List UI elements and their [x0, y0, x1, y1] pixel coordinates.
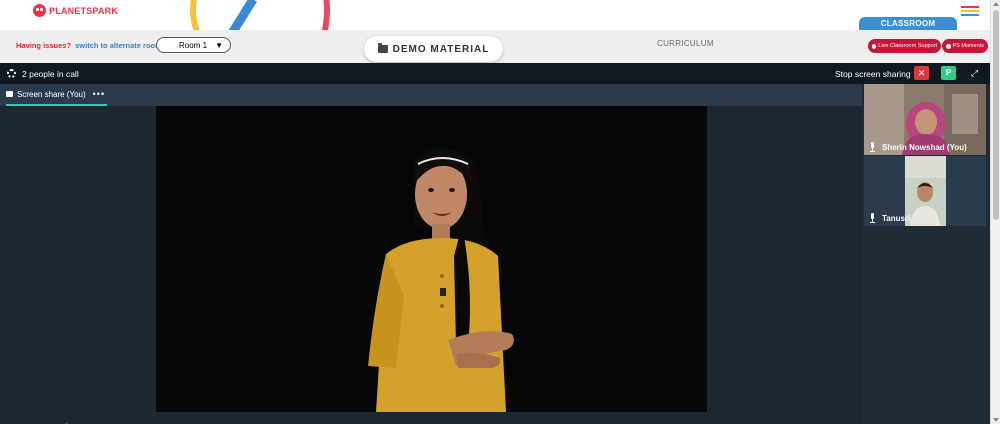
- bottom-toolbar: ▬ ▮ ● ● ■: [0, 413, 990, 424]
- participant-tile[interactable]: Sherin Nowshad (You): [864, 84, 986, 155]
- logo-mark-icon: [33, 4, 46, 17]
- tab-screen-share[interactable]: Screen share (You) •••: [6, 84, 108, 106]
- screen-share-stage: [0, 106, 862, 424]
- issues-message: Having issues? switch to alternate room: [16, 41, 162, 50]
- participant-name: Tanusri: [882, 214, 911, 223]
- ps-moments-button[interactable]: PS Moments: [942, 39, 988, 53]
- speaker-girl-image: [156, 106, 707, 412]
- shared-screen-video: [156, 106, 707, 412]
- page-scrollbar[interactable]: [990, 0, 1000, 424]
- stop-sharing-button[interactable]: ✕: [914, 66, 929, 80]
- planetspark-logo[interactable]: PLANETSPARK: [33, 4, 118, 17]
- scroll-down-icon[interactable]: [993, 418, 999, 422]
- participant-name: Sherin Nowshad (You): [882, 143, 967, 152]
- top-header: PLANETSPARK CLASSROOM: [0, 0, 990, 30]
- participant-tile[interactable]: Tanusri: [864, 156, 986, 226]
- people-count: 2 people in call: [22, 69, 79, 79]
- mic-icon: [870, 142, 875, 152]
- decorative-arc-red: [260, 0, 330, 30]
- video-call-area: 2 people in call Stop screen sharing ✕ P…: [0, 63, 990, 424]
- screen-share-label: Screen share (You): [17, 89, 86, 99]
- room-select-value: Room 1: [179, 40, 208, 50]
- scroll-up-icon[interactable]: [993, 2, 999, 6]
- call-top-bar: 2 people in call Stop screen sharing ✕ P…: [0, 63, 990, 84]
- expand-icon[interactable]: ⤢: [965, 66, 984, 80]
- issues-text: Having issues?: [16, 41, 72, 50]
- demo-material-button[interactable]: DEMO MATERIAL: [364, 36, 503, 62]
- live-support-button[interactable]: Live Classroom Support: [868, 39, 941, 53]
- mic-icon: [870, 213, 875, 223]
- moments-icon: [946, 43, 951, 49]
- screen-share-icon: [6, 91, 13, 97]
- demo-material-label: DEMO MATERIAL: [392, 43, 490, 55]
- scroll-thumb[interactable]: [993, 10, 999, 220]
- folder-icon: [377, 43, 388, 53]
- switch-room-link[interactable]: switch to alternate room: [75, 41, 162, 50]
- p-badge[interactable]: P: [941, 66, 956, 80]
- share-tab-bar: Screen share (You) •••: [0, 84, 862, 106]
- tab-curriculum[interactable]: CURRICULUM: [657, 39, 714, 48]
- logo-text: PLANETSPARK: [49, 5, 119, 16]
- support-icon: [872, 43, 877, 49]
- more-icon[interactable]: •••: [93, 89, 105, 99]
- gear-icon[interactable]: [7, 69, 16, 78]
- stop-sharing-label: Stop screen sharing: [835, 69, 911, 79]
- live-support-label: Live Classroom Support: [878, 43, 937, 49]
- tab-classroom[interactable]: CLASSROOM: [859, 17, 957, 30]
- room-select[interactable]: Room 1 ▼: [156, 37, 231, 53]
- menu-icon[interactable]: [961, 6, 979, 16]
- caret-down-icon: ▼: [215, 40, 223, 50]
- ps-moments-label: PS Moments: [952, 43, 984, 49]
